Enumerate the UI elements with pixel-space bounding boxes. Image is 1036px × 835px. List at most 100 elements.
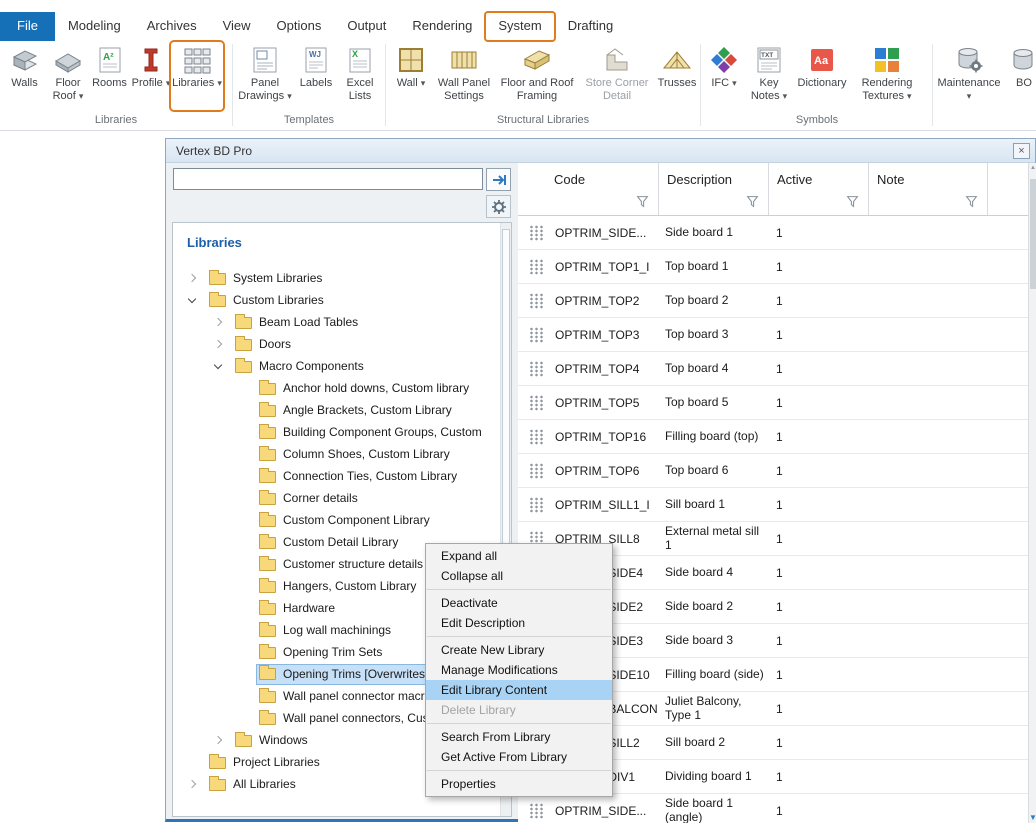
wall-panel-settings-button[interactable]: Wall Panel Settings [433,43,495,109]
table-row[interactable]: OPTRIM_TOP1_ITop board 11 [518,250,1028,284]
tree-item-system-libraries[interactable]: System Libraries [173,267,499,289]
rooms-button[interactable]: A² Rooms [89,43,130,109]
tree-item-macro-components[interactable]: Macro Components [173,355,499,377]
panel-drawings-button[interactable]: Panel Drawings ▾ [236,43,294,109]
tab-archives[interactable]: Archives [134,12,210,41]
labels-button[interactable]: WJ Labels [294,43,338,109]
maintenance-button[interactable]: Maintenance ▾ [936,43,1002,109]
filter-icon[interactable] [636,195,649,208]
menu-item-expand-all[interactable]: Expand all [426,546,612,566]
menu-item-get-active-from-library[interactable]: Get Active From Library [426,747,612,767]
button-label: IFC ▾ [711,77,736,90]
tab-file[interactable]: File [0,12,55,41]
menu-item-manage-modifications[interactable]: Manage Modifications [426,660,612,680]
tree-item-beam-load-tables[interactable]: Beam Load Tables [173,311,499,333]
tree-item[interactable]: Angle Brackets, Custom Library [173,399,499,421]
tab-view[interactable]: View [210,12,264,41]
chevron-right-icon[interactable] [188,274,196,282]
chevron-right-icon[interactable] [214,736,222,744]
table-row[interactable]: OPTRIM_TOP2Top board 21 [518,284,1028,318]
group-label-structural-libraries: Structural Libraries [389,114,697,126]
table-row[interactable]: OPTRIM_SIDE...Side board 11 [518,216,1028,250]
svg-text:Aa: Aa [814,55,829,67]
close-icon[interactable]: × [1013,143,1030,159]
filter-icon[interactable] [965,195,978,208]
profile-button[interactable]: Profile ▾ [130,43,172,109]
tab-options[interactable]: Options [264,12,335,41]
wall-button[interactable]: Wall ▾ [389,43,433,109]
libraries-button[interactable]: Libraries ▾ [172,43,222,109]
tree-item[interactable]: Building Component Groups, Custom [173,421,499,443]
trusses-button[interactable]: Trusses [655,43,699,109]
menu-item-properties[interactable]: Properties [426,774,612,794]
store-corner-detail-button[interactable]: Store Corner Detail [579,43,655,109]
table-row[interactable]: OPTRIM_SILL1_ISill board 11 [518,488,1028,522]
tab-drafting[interactable]: Drafting [555,12,627,41]
floor-and-roof-framing-button[interactable]: Floor and Roof Framing [495,43,579,109]
chevron-down-icon: ▾ [421,78,426,88]
menu-item-edit-description[interactable]: Edit Description [426,613,612,633]
settings-button[interactable] [486,195,511,218]
table-row[interactable]: OPTRIM_TOP16Filling board (top)1 [518,420,1028,454]
button-label: Key Notes ▾ [744,77,794,102]
table-row[interactable]: OPTRIM_SIDE...Side board 1 (angle)1 [518,794,1028,823]
tree-item-doors[interactable]: Doors [173,333,499,355]
table-row[interactable]: OPTRIM_TOP6Top board 61 [518,454,1028,488]
menu-item-create-new-library[interactable]: Create New Library [426,640,612,660]
table-row[interactable]: OPTRIM_TOP3Top board 31 [518,318,1028,352]
menu-item-delete-library[interactable]: Delete Library [426,700,612,720]
menu-item-search-from-library[interactable]: Search From Library [426,727,612,747]
key-notes-button[interactable]: TXT Key Notes ▾ [744,43,794,109]
go-arrow-icon [491,172,507,188]
tab-rendering[interactable]: Rendering [399,12,485,41]
ifc-button[interactable]: IFC ▾ [704,43,744,109]
button-label: Wall ▾ [397,77,426,90]
tree-item[interactable]: Column Shoes, Custom Library [173,443,499,465]
table-row[interactable]: OPTRIM_TOP4Top board 41 [518,352,1028,386]
item-grid-icon [529,803,544,819]
tree-item-custom-libraries[interactable]: Custom Libraries [173,289,499,311]
column-header-active[interactable]: Active [769,163,869,215]
tree-item[interactable]: Anchor hold downs, Custom library [173,377,499,399]
search-go-button[interactable] [486,168,511,191]
chevron-right-icon[interactable] [214,318,222,326]
chevron-right-icon[interactable] [188,780,196,788]
tree-item[interactable]: Connection Ties, Custom Library [173,465,499,487]
tree-item[interactable]: Custom Component Library [173,509,499,531]
scroll-down-icon[interactable]: ▼ [1029,813,1036,822]
dictionary-icon: Aa [807,45,837,75]
group-libraries: Walls Floor Roof ▾ A² Rooms Profile ▾ Li… [2,43,222,109]
chevron-down-icon[interactable] [214,360,222,368]
tab-modeling[interactable]: Modeling [55,12,134,41]
maintenance-icon [954,45,984,75]
chevron-right-icon[interactable] [214,340,222,348]
bo-button[interactable]: BO [1002,43,1036,109]
dictionary-button[interactable]: Aa Dictionary [794,43,850,109]
group-templates: Panel Drawings ▾ WJ Labels X Excel Lists [236,43,382,109]
walls-button[interactable]: Walls [2,43,47,109]
filter-icon[interactable] [846,195,859,208]
menu-item-edit-library-content[interactable]: Edit Library Content [426,680,612,700]
store-corner-detail-icon [602,45,632,75]
filter-icon[interactable] [746,195,759,208]
tab-system[interactable]: System [485,12,554,41]
search-input[interactable] [173,168,483,190]
table-row[interactable]: OPTRIM_TOP5Top board 51 [518,386,1028,420]
scroll-up-icon[interactable]: ▲ [1029,165,1036,171]
excel-lists-button[interactable]: X Excel Lists [338,43,382,109]
floor-roof-button[interactable]: Floor Roof ▾ [47,43,89,109]
labels-icon: WJ [301,45,331,75]
chevron-down-icon[interactable] [188,294,196,302]
folder-icon [259,471,276,483]
folder-icon [259,383,276,395]
table-scrollbar[interactable]: ▲ ▼ [1028,163,1036,823]
rendering-textures-button[interactable]: Rendering Textures ▾ [850,43,924,109]
menu-item-deactivate[interactable]: Deactivate [426,593,612,613]
column-header-description[interactable]: Description [659,163,769,215]
column-header-code[interactable]: Code [518,163,659,215]
tab-output[interactable]: Output [334,12,399,41]
menu-item-collapse-all[interactable]: Collapse all [426,566,612,586]
scrollbar-thumb[interactable] [1030,179,1036,289]
column-header-note[interactable]: Note [869,163,988,215]
tree-item[interactable]: Corner details [173,487,499,509]
